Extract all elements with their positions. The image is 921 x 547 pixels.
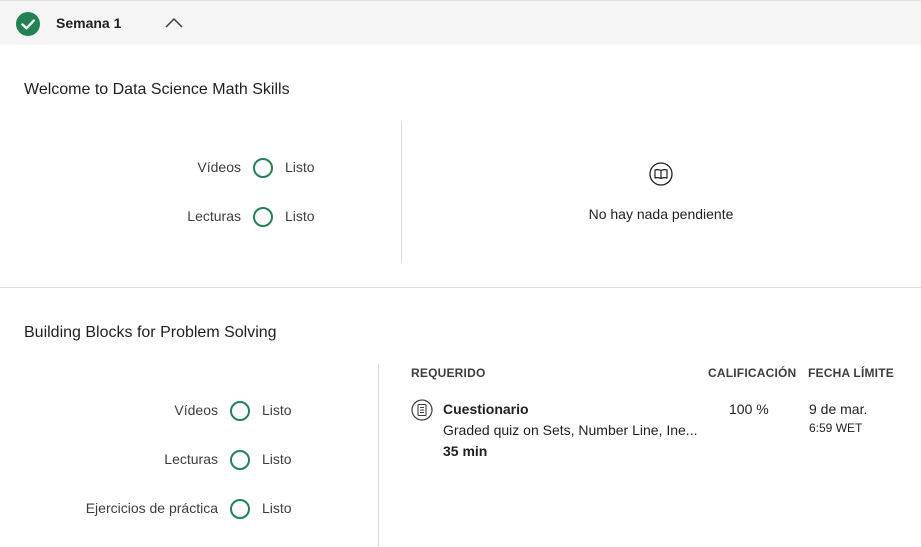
column-divider [378,364,379,547]
progress-label-practice: Ejercicios de práctica [85,500,218,516]
assignment-grade: 100 % [729,401,769,417]
progress-status: Listo [285,159,315,175]
column-divider [401,121,402,263]
assignment-duration: 35 min [443,443,488,459]
empty-state-message: No hay nada pendiente [588,206,734,222]
progress-status: Listo [262,402,292,418]
progress-status: Listo [262,500,292,516]
column-header-due-date: FECHA LÍMITE [808,366,894,380]
progress-status: Listo [285,208,315,224]
week-title: Semana 1 [56,15,122,31]
week-header[interactable]: Semana 1 [0,0,921,45]
section-divider [0,287,921,288]
quiz-document-icon [411,399,433,421]
status-ring-icon [230,499,250,519]
open-book-icon [649,162,673,186]
progress-label-readings: Lecturas [164,451,218,467]
assignment-description: Graded quiz on Sets, Number Line, Ine... [443,422,698,438]
progress-status: Listo [262,451,292,467]
chevron-up-icon[interactable] [164,16,184,30]
module-title[interactable]: Welcome to Data Science Math Skills [24,81,290,99]
status-ring-icon [253,158,273,178]
progress-label-videos: Vídeos [174,402,218,418]
column-header-grade: CALIFICACIÓN [708,366,797,380]
module-title[interactable]: Building Blocks for Problem Solving [24,324,277,342]
progress-label-videos: Vídeos [197,159,241,175]
assignment-due-date: 9 de mar. [809,401,868,417]
check-circle-icon [16,12,40,36]
assignment-due-time: 6:59 WET [809,421,863,435]
status-ring-icon [253,207,273,227]
column-header-required: REQUERIDO [411,366,486,380]
progress-label-readings: Lecturas [187,208,241,224]
status-ring-icon [230,450,250,470]
status-ring-icon [230,401,250,421]
assignment-type[interactable]: Cuestionario [443,401,529,417]
